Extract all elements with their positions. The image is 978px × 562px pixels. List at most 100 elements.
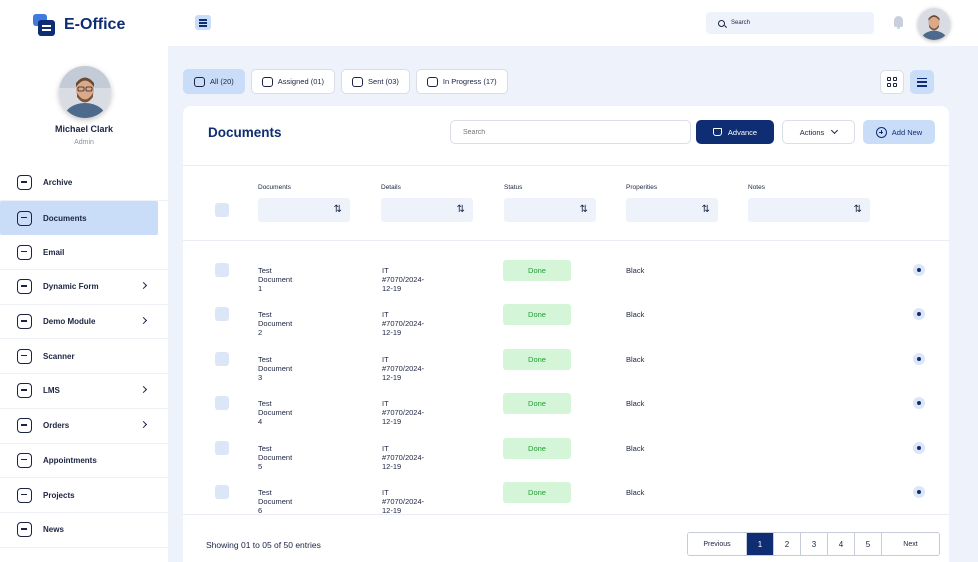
column-filter-input[interactable]: ⇅ [381,198,473,222]
email-icon [17,244,32,260]
advance-label: Advance [727,127,758,137]
row-checkbox[interactable] [215,263,229,277]
sidebar-item-scanner[interactable]: Scanner [0,339,168,375]
column-filter-input[interactable]: ⇅ [626,198,718,222]
global-search-input[interactable]: Search [706,12,874,34]
sort-icon[interactable]: ⇅ [854,204,862,215]
row-options-button[interactable] [913,397,925,410]
cell-details: IT #7070/2024-12-19 [382,399,425,427]
column-filter-input[interactable]: ⇅ [504,198,596,222]
module-icon [17,314,32,330]
status-badge: Done [503,260,571,281]
scanner-icon [17,348,32,364]
sidebar-item-demo-module[interactable]: Demo Module [0,305,168,340]
filter-tab-label: In Progress (17) [442,77,497,86]
row-checkbox[interactable] [215,307,229,322]
person-photo-icon [59,66,111,118]
status-badge: Done [503,393,571,415]
next-page-button[interactable]: Next [881,533,939,555]
sidebar-item-news[interactable]: News [0,513,168,548]
user-avatar[interactable] [918,8,950,40]
sidebar-item-label: Email [43,247,65,257]
logo-icon [33,14,55,36]
sort-icon[interactable]: ⇅ [457,204,465,215]
app-name: E-Office [64,16,126,33]
row-options-button[interactable] [913,264,925,276]
notification-bell-icon[interactable] [894,16,903,29]
sidebar: E-Office Michael Clark Admin Archive Docu… [0,0,168,562]
row-options-button[interactable] [913,308,925,321]
entries-summary: Showing 01 to 05 of 50 entries [206,540,321,550]
cell-document: Test Document 4 [258,399,293,427]
filter-tab-icon [352,76,364,87]
row-options-button[interactable] [913,441,925,454]
select-all-checkbox[interactable] [215,203,229,217]
documents-card: Documents Advance Actions Add New Docume… [183,106,949,562]
sidebar-item-orders[interactable]: Orders [0,409,168,444]
divider [183,240,949,241]
sort-icon[interactable]: ⇅ [334,204,342,215]
actions-label: Actions [799,127,825,137]
status-badge: Done [503,348,571,370]
divider [183,165,949,166]
projects-icon [17,487,32,503]
row-checkbox[interactable] [215,351,229,366]
row-checkbox[interactable] [215,440,229,455]
add-new-button[interactable]: Add New [863,120,935,144]
page-button[interactable]: 1 [746,533,773,555]
filter-tab-icon [261,76,273,87]
cell-details: IT #7070/2024-12-19 [382,354,425,382]
previous-page-button[interactable]: Previous [688,533,746,555]
filter-tab[interactable]: Assigned (01) [250,69,336,94]
page-button[interactable]: 2 [773,533,800,555]
page-button[interactable]: 5 [854,533,881,555]
actions-dropdown[interactable]: Actions [782,120,855,144]
filter-tab[interactable]: In Progress (17) [415,69,508,94]
sidebar-item-dynamic-form[interactable]: Dynamic Form [0,270,168,305]
plus-circle-icon [875,126,887,138]
grid-icon [887,77,897,87]
row-checkbox[interactable] [215,396,229,411]
cell-details: IT #7070/2024-12-19 [382,310,425,338]
profile-role: Admin [74,139,94,146]
cell-document: Test Document 3 [258,354,293,382]
page-title: Documents [208,125,282,140]
filter-tab-label: Sent (03) [368,77,399,86]
orders-icon [17,418,32,434]
advance-filter-button[interactable]: Advance [696,120,774,144]
profile-avatar[interactable] [59,66,111,118]
page-button[interactable]: 3 [800,533,827,555]
filter-tab-label: Assigned (01) [277,77,325,86]
documents-search-input[interactable] [450,120,691,144]
document-icon [17,210,32,226]
sidebar-item-documents[interactable]: Documents [0,200,158,236]
sidebar-item-appointments[interactable]: Appointments [0,444,168,479]
sidebar-item-email[interactable]: Email [0,235,168,271]
app-logo[interactable]: E-Office [33,14,125,36]
archive-icon [17,175,32,191]
sidebar-item-lms[interactable]: LMS [0,374,168,409]
cell-details: IT #7070/2024-12-19 [382,266,425,293]
topbar: Search [168,0,978,46]
sort-icon[interactable]: ⇅ [702,204,710,215]
sidebar-item-label: Projects [43,490,75,500]
menu-toggle-button[interactable] [195,15,211,30]
filter-tab[interactable]: Sent (03) [341,69,410,94]
row-options-button[interactable] [913,486,925,498]
chevron-right-icon [139,282,148,290]
list-view-button[interactable] [910,70,934,94]
cell-property: Black [626,399,645,409]
row-checkbox[interactable] [215,485,229,499]
sort-icon[interactable]: ⇅ [580,204,588,215]
grid-view-button[interactable] [880,70,904,94]
filter-tab[interactable]: All (20) [183,69,245,94]
sidebar-item-archive[interactable]: Archive [0,166,168,201]
sidebar-item-projects[interactable]: Projects [0,478,168,513]
cell-property: Black [626,266,645,275]
column-filter-input[interactable]: ⇅ [258,198,350,222]
page-button[interactable]: 4 [827,533,854,555]
column-filter-input[interactable]: ⇅ [748,198,870,222]
row-options-button[interactable] [913,352,925,365]
cell-document: Test Document 1 [258,266,293,293]
cell-details: IT #7070/2024-12-19 [382,488,425,515]
